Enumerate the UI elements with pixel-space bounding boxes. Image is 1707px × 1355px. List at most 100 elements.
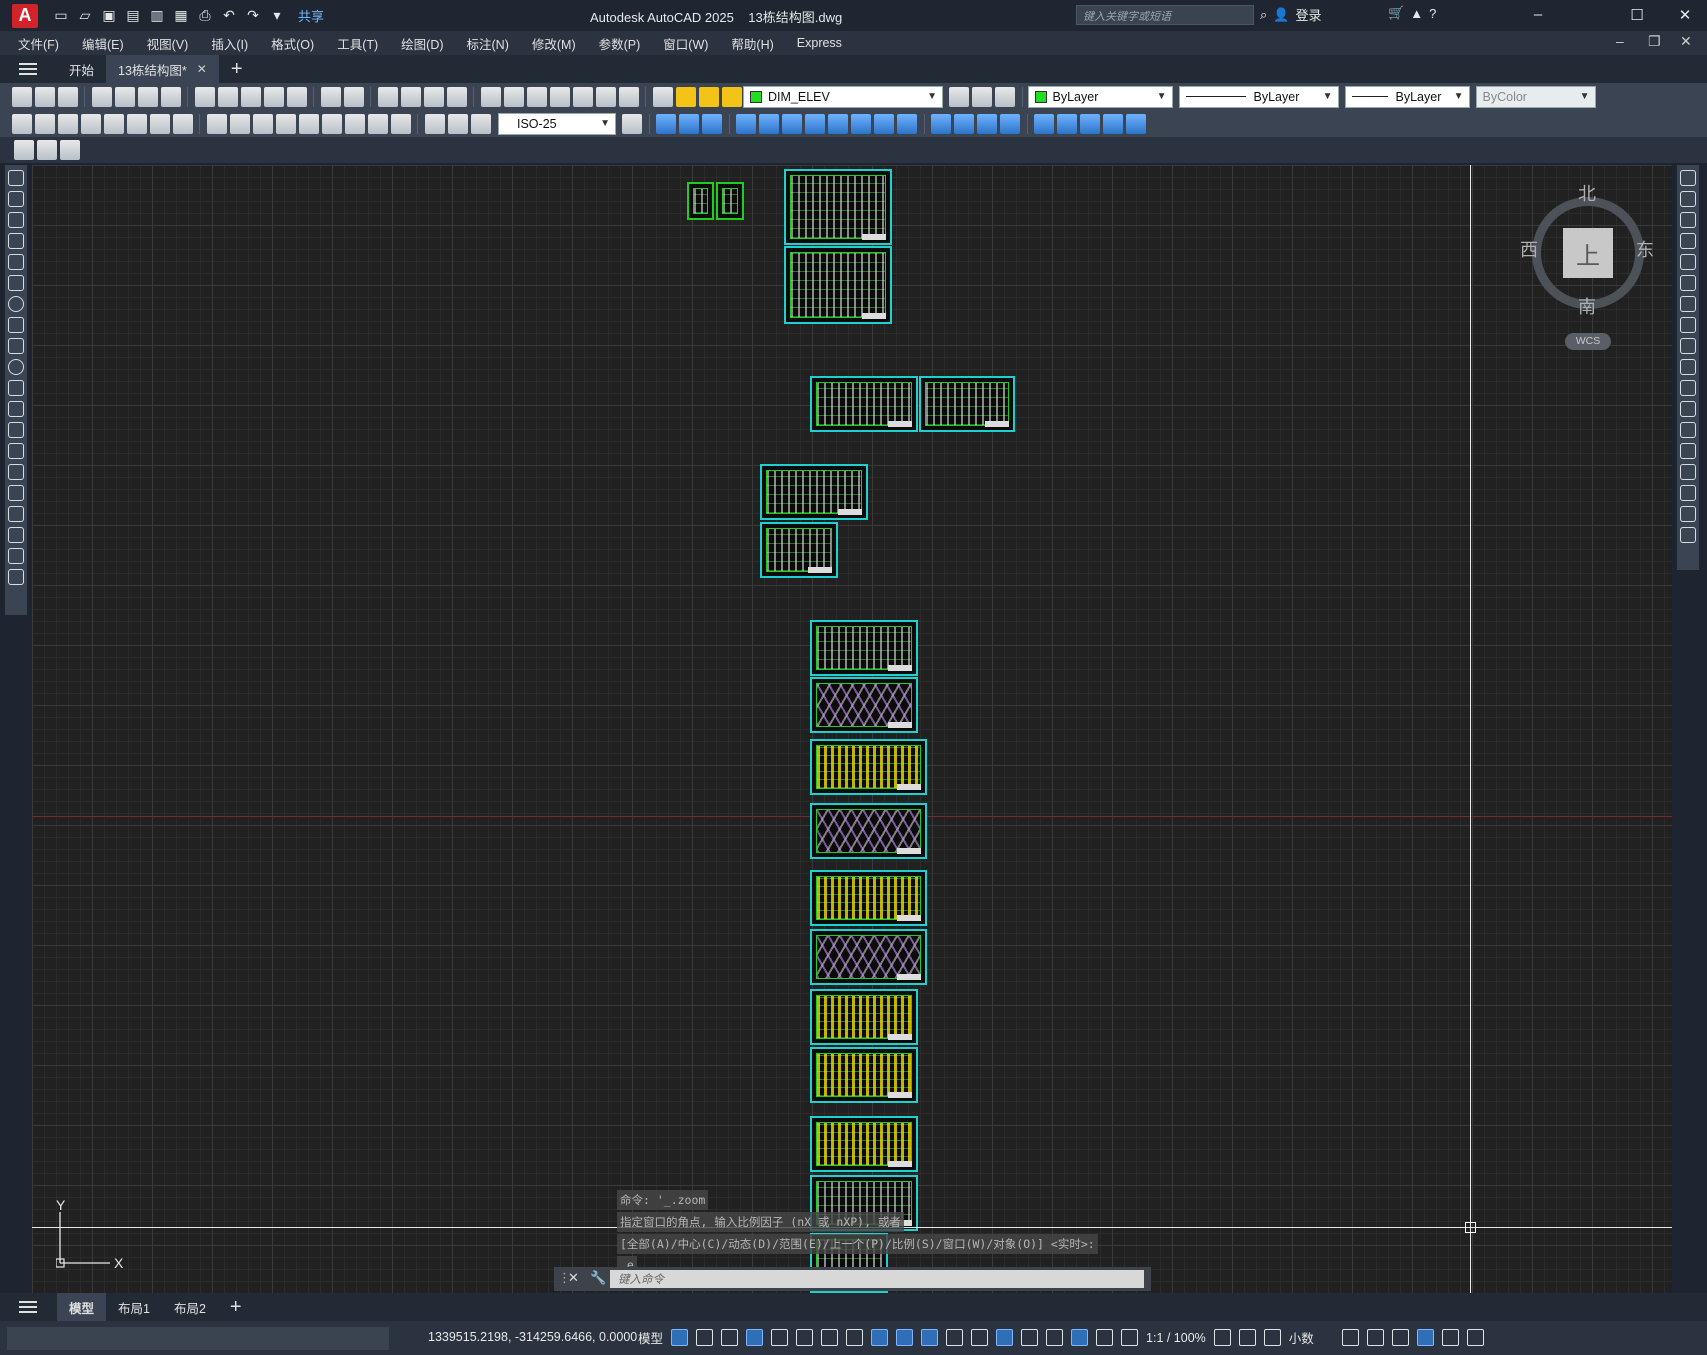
- intersect-icon[interactable]: [702, 113, 722, 134]
- tab-layout1[interactable]: 布局1: [106, 1293, 162, 1321]
- doc-close-button[interactable]: ✕: [1680, 33, 1692, 50]
- region-icon[interactable]: [8, 506, 24, 522]
- dim-space-icon[interactable]: [275, 113, 296, 134]
- viewcube[interactable]: 上 北 南 东 西: [1520, 184, 1654, 319]
- aligned-dim-icon[interactable]: [34, 113, 55, 134]
- menu-item[interactable]: 窗口(W): [663, 34, 708, 53]
- compass-north[interactable]: 北: [1578, 180, 1596, 206]
- new-icon[interactable]: ▭: [52, 7, 70, 25]
- layer-dropdown[interactable]: DIM_ELEV ▼: [743, 85, 943, 108]
- baseline-icon[interactable]: [229, 113, 250, 134]
- angular-icon[interactable]: [172, 113, 193, 134]
- design-center-icon[interactable]: [503, 86, 524, 107]
- dimstyle-manager-icon[interactable]: [622, 113, 642, 134]
- sheet-set-icon[interactable]: [549, 86, 570, 107]
- clean-screen-icon[interactable]: [1441, 1329, 1459, 1346]
- tab-layout2[interactable]: 布局2: [162, 1293, 218, 1321]
- break-icon[interactable]: [1680, 422, 1696, 438]
- multiline-text-icon[interactable]: [8, 548, 24, 564]
- units-icon[interactable]: [1263, 1329, 1281, 1346]
- revision-cloud-icon[interactable]: [8, 317, 24, 333]
- autodesk-icon[interactable]: ▲: [1410, 6, 1423, 21]
- offset-faces-icon[interactable]: [782, 113, 802, 134]
- wcs-menu[interactable]: WCS: [1565, 333, 1611, 350]
- selection-filter-icon[interactable]: [1021, 1329, 1039, 1346]
- dim-text-edit-icon[interactable]: [447, 113, 468, 134]
- infer-constraints-icon[interactable]: [721, 1329, 739, 1346]
- tab-start[interactable]: 开始: [57, 55, 106, 83]
- wrench-icon[interactable]: 🔧: [590, 1270, 606, 1286]
- radius-icon[interactable]: [103, 113, 124, 134]
- command-input[interactable]: 键入命令: [610, 1270, 1144, 1288]
- break-at-point-icon[interactable]: [1680, 401, 1696, 417]
- explode-icon[interactable]: [1680, 527, 1696, 543]
- menu-item[interactable]: 参数(P): [599, 34, 641, 53]
- quick-properties-icon[interactable]: [1341, 1329, 1359, 1346]
- menu-item[interactable]: 帮助(H): [731, 34, 773, 53]
- union-icon[interactable]: [656, 113, 676, 134]
- 3d-osnap-icon[interactable]: [971, 1329, 989, 1346]
- circle-icon[interactable]: [8, 296, 24, 312]
- arc-icon[interactable]: [8, 275, 24, 291]
- undo-tool-icon[interactable]: [320, 86, 341, 107]
- layer-previous-icon[interactable]: [972, 86, 992, 107]
- color-edges-icon[interactable]: [1080, 113, 1100, 134]
- transparency-icon[interactable]: [921, 1329, 939, 1346]
- construction-line-icon[interactable]: [8, 191, 24, 207]
- open-icon[interactable]: ▱: [76, 7, 94, 25]
- zoom-window-icon[interactable]: [423, 86, 444, 107]
- rotate-icon[interactable]: [1680, 296, 1696, 312]
- dynamic-input-icon[interactable]: [746, 1329, 764, 1346]
- scale-icon[interactable]: [1680, 317, 1696, 333]
- share-button[interactable]: 共享: [298, 6, 324, 25]
- extrude-faces-icon[interactable]: [736, 113, 756, 134]
- print-preview-icon[interactable]: [114, 86, 135, 107]
- block-editor-icon[interactable]: [286, 86, 307, 107]
- block-attribute-icon[interactable]: [36, 140, 57, 160]
- object-snap-tracking-icon[interactable]: [846, 1329, 864, 1346]
- help-icon[interactable]: ?: [1429, 6, 1436, 21]
- close-icon[interactable]: ✕: [568, 1270, 579, 1286]
- dimstyle-dropdown[interactable]: ISO-25 ▼: [498, 112, 616, 135]
- make-current-layer-icon[interactable]: [949, 86, 969, 107]
- edit-attribute-icon[interactable]: [13, 140, 34, 160]
- copy-object-icon[interactable]: [1680, 191, 1696, 207]
- color-faces-icon[interactable]: [897, 113, 917, 134]
- fillet-icon[interactable]: [1680, 485, 1696, 501]
- plotstyle-dropdown[interactable]: ByColor ▼: [1475, 85, 1596, 108]
- hardware-acceleration-icon[interactable]: [1416, 1329, 1434, 1346]
- qnew-icon[interactable]: [11, 86, 32, 107]
- polar-icon[interactable]: [796, 1329, 814, 1346]
- copy-icon[interactable]: [217, 86, 238, 107]
- ellipse-icon[interactable]: [8, 359, 24, 375]
- section-icon[interactable]: [1126, 113, 1146, 134]
- undo-icon[interactable]: ↶: [220, 7, 238, 25]
- selection-cycling-icon[interactable]: [946, 1329, 964, 1346]
- gradient-icon[interactable]: [8, 485, 24, 501]
- zoom-realtime-icon[interactable]: [400, 86, 421, 107]
- menu-item[interactable]: 插入(I): [211, 34, 248, 53]
- cart-icon[interactable]: 🛒: [1388, 5, 1404, 21]
- subtract-icon[interactable]: [679, 113, 699, 134]
- delete-faces-icon[interactable]: [805, 113, 825, 134]
- offset-icon[interactable]: [1680, 233, 1696, 249]
- imprint-icon[interactable]: [931, 113, 951, 134]
- minimize-button[interactable]: –: [1528, 6, 1548, 26]
- lineweight-dropdown[interactable]: ByLayer ▼: [1344, 85, 1470, 108]
- viewcube-top-face[interactable]: 上: [1563, 228, 1613, 278]
- tab-model[interactable]: 模型: [57, 1293, 107, 1321]
- dim-break-icon[interactable]: [298, 113, 319, 134]
- markup-icon[interactable]: [572, 86, 593, 107]
- grid-icon[interactable]: [671, 1329, 689, 1346]
- search-input[interactable]: 键入关键字或短语: [1076, 5, 1254, 25]
- isolate-objects-icon[interactable]: [1391, 1329, 1409, 1346]
- tool-palettes-icon[interactable]: [526, 86, 547, 107]
- dynamic-ucs-icon[interactable]: [996, 1329, 1014, 1346]
- move-icon[interactable]: [1680, 275, 1696, 291]
- polyline-icon[interactable]: [8, 212, 24, 228]
- customization-icon[interactable]: [1466, 1329, 1484, 1346]
- insert-block-icon[interactable]: [8, 401, 24, 417]
- menu-item[interactable]: 格式(O): [271, 34, 314, 53]
- blend-curves-icon[interactable]: [1680, 506, 1696, 522]
- compass-south[interactable]: 南: [1578, 293, 1596, 319]
